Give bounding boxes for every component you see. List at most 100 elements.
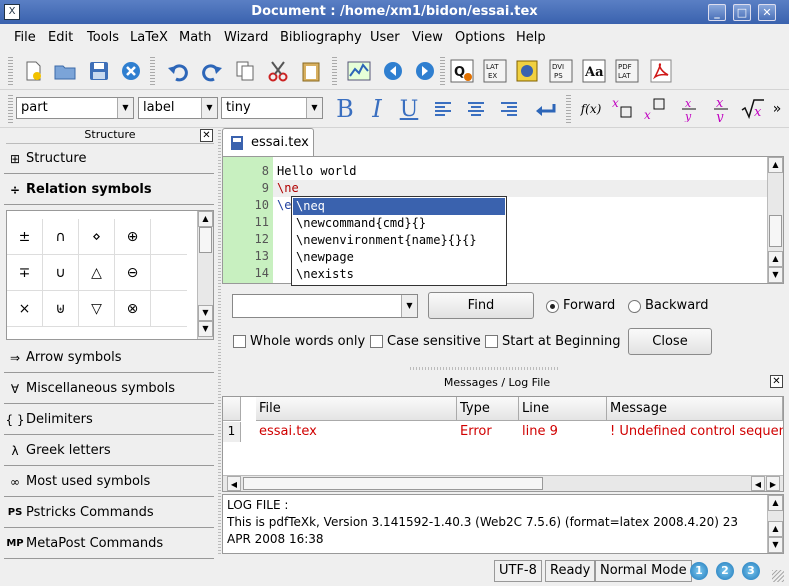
toolbar-grip[interactable]: [8, 57, 13, 85]
function-button[interactable]: f(x): [578, 96, 604, 122]
vertical-splitter[interactable]: [218, 130, 221, 555]
bold-button[interactable]: B: [332, 95, 358, 123]
view-pdf-icon[interactable]: [648, 58, 674, 84]
section-miscellaneous-symbols[interactable]: ∀ Miscellaneous symbols: [4, 374, 214, 404]
close-window-button[interactable]: ✕: [758, 4, 776, 21]
toolbar-grip[interactable]: [332, 57, 337, 85]
symbol-cell[interactable]: ▽: [79, 291, 115, 327]
menu-edit[interactable]: Edit: [48, 30, 73, 45]
previous-icon[interactable]: [380, 58, 406, 84]
chevron-down-icon[interactable]: ▼: [401, 295, 417, 317]
toolbar-grip[interactable]: [440, 57, 445, 85]
menu-help[interactable]: Help: [516, 30, 546, 45]
toolbar-grip[interactable]: [150, 57, 155, 85]
completion-item[interactable]: \newpage: [293, 249, 505, 266]
more-button[interactable]: »: [768, 96, 786, 122]
symbol-cell[interactable]: [151, 291, 187, 327]
messages-hscrollbar[interactable]: ◀ ◀ ▶: [223, 475, 783, 491]
new-file-icon[interactable]: [20, 58, 46, 84]
newline-icon[interactable]: [532, 96, 558, 122]
close-panel-icon[interactable]: ✕: [770, 375, 783, 388]
column-header-type[interactable]: Type: [457, 397, 519, 421]
log-scrollbar[interactable]: ▲ ▲ ▼: [767, 495, 783, 553]
superscript-icon[interactable]: x: [610, 96, 636, 122]
view-ps-icon[interactable]: Aa: [581, 58, 607, 84]
menu-math[interactable]: Math: [179, 30, 212, 45]
column-header-message[interactable]: Message: [607, 397, 783, 421]
label-select[interactable]: label ▼: [138, 97, 218, 119]
graph-icon[interactable]: [346, 58, 372, 84]
cell-message[interactable]: ! Undefined control sequenc: [607, 422, 783, 442]
symbol-cell[interactable]: [151, 219, 187, 255]
start-beginning-checkbox[interactable]: [485, 335, 498, 348]
menu-file[interactable]: File: [14, 30, 36, 45]
scroll-up-icon[interactable]: ▲: [768, 521, 783, 537]
italic-button[interactable]: I: [364, 95, 390, 123]
symbol-cell[interactable]: ∓: [7, 255, 43, 291]
scroll-up-icon[interactable]: ▲: [198, 211, 213, 227]
close-panel-icon[interactable]: ✕: [200, 129, 213, 142]
scroll-right-icon[interactable]: ▶: [766, 476, 780, 491]
view-2-button[interactable]: 2: [716, 562, 734, 580]
open-folder-icon[interactable]: [52, 58, 78, 84]
column-header-line[interactable]: Line: [519, 397, 607, 421]
symbol-cell[interactable]: ⊎: [43, 291, 79, 327]
resize-grip[interactable]: [772, 570, 784, 582]
section-greek-letters[interactable]: λ Greek letters: [4, 436, 214, 466]
symbol-cell[interactable]: ∪: [43, 255, 79, 291]
symbol-cell[interactable]: ⋄: [79, 219, 115, 255]
symbol-cell[interactable]: ⊖: [115, 255, 151, 291]
scroll-down-icon[interactable]: ▼: [198, 321, 213, 337]
sqrt-icon[interactable]: x: [740, 96, 766, 122]
scroll-up-icon[interactable]: ▲: [768, 495, 783, 511]
scroll-thumb[interactable]: [243, 477, 543, 490]
menu-tools[interactable]: Tools: [87, 30, 119, 45]
completion-item[interactable]: \nexists: [293, 266, 505, 283]
symbol-cell[interactable]: ±: [7, 219, 43, 255]
completion-item[interactable]: \newenvironment{name}{}{}: [293, 232, 505, 249]
menu-latex[interactable]: LaTeX: [130, 30, 168, 45]
scroll-down-icon[interactable]: ▼: [768, 537, 783, 553]
cell-line[interactable]: line 9: [519, 422, 607, 442]
editor-scrollbar[interactable]: ▲ ▲ ▼: [767, 157, 783, 283]
quick-build-icon[interactable]: Q: [449, 58, 475, 84]
toolbar-grip[interactable]: [566, 95, 571, 123]
completion-item[interactable]: \neq: [293, 198, 505, 215]
menu-view[interactable]: View: [412, 30, 443, 45]
maximize-button[interactable]: □: [733, 4, 751, 21]
forward-radio[interactable]: [546, 300, 559, 313]
redo-icon[interactable]: [198, 58, 224, 84]
cut-icon[interactable]: [265, 58, 291, 84]
close-file-icon[interactable]: [118, 58, 144, 84]
view-3-button[interactable]: 3: [742, 562, 760, 580]
pdflatex-icon[interactable]: PDF LAT: [614, 58, 640, 84]
section-relation-symbols[interactable]: ÷ Relation symbols: [4, 175, 214, 205]
section-metapost-commands[interactable]: MP MetaPost Commands: [4, 529, 214, 559]
size-select[interactable]: tiny ▼: [221, 97, 323, 119]
scroll-thumb[interactable]: [769, 215, 782, 247]
whole-words-checkbox[interactable]: [233, 335, 246, 348]
scroll-left-icon[interactable]: ◀: [227, 476, 241, 491]
scroll-down-icon[interactable]: ▼: [768, 267, 783, 283]
fraction-icon[interactable]: xy: [676, 96, 702, 122]
scroll-down-icon[interactable]: ▼: [198, 305, 213, 321]
sectioning-select[interactable]: part ▼: [16, 97, 134, 119]
symbol-cell[interactable]: ×: [7, 291, 43, 327]
symbol-cell[interactable]: ⊕: [115, 219, 151, 255]
find-input[interactable]: ▼: [232, 294, 418, 318]
tab-essai[interactable]: essai.tex: [222, 128, 314, 156]
subscript-icon[interactable]: x: [642, 96, 668, 122]
backward-radio[interactable]: [628, 300, 641, 313]
save-icon[interactable]: [86, 58, 112, 84]
view-dvi-icon[interactable]: [514, 58, 540, 84]
section-delimiters[interactable]: { } Delimiters: [4, 405, 214, 435]
section-most-used-symbols[interactable]: ∞ Most used symbols: [4, 467, 214, 497]
toolbar-grip[interactable]: [8, 95, 13, 123]
horizontal-splitter[interactable]: [410, 367, 560, 370]
section-arrow-symbols[interactable]: ⇒ Arrow symbols: [4, 343, 214, 373]
case-sensitive-checkbox[interactable]: [370, 335, 383, 348]
symbol-cell[interactable]: ⊗: [115, 291, 151, 327]
section-pstricks-commands[interactable]: PS Pstricks Commands: [4, 498, 214, 528]
underline-button[interactable]: U: [396, 96, 422, 122]
copy-icon[interactable]: [232, 58, 258, 84]
